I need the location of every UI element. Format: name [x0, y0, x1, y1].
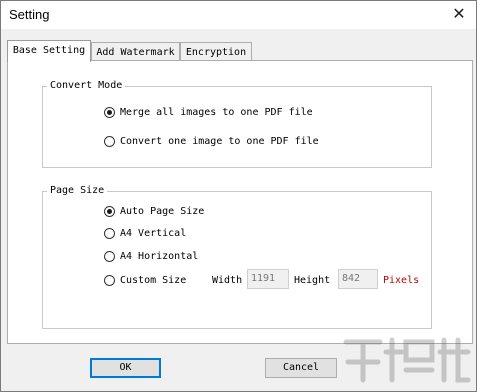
height-input[interactable]: 842 [338, 269, 378, 289]
radio-button[interactable] [104, 107, 115, 118]
width-input[interactable]: 1191 [247, 269, 289, 289]
tab-panel-base-setting: Convert Mode Merge all images to one PDF… [7, 60, 473, 344]
tab-label: Encryption [185, 47, 247, 58]
radio-merge-all[interactable]: Merge all images to one PDF file [104, 107, 313, 118]
radio-auto-page-size[interactable]: Auto Page Size [104, 206, 204, 217]
convert-mode-group: Convert Mode Merge all images to one PDF… [42, 80, 432, 168]
radio-label: A4 Horizontal [120, 251, 199, 262]
close-icon[interactable]: ✕ [446, 3, 472, 25]
radio-one-per-file[interactable]: Convert one image to one PDF file [104, 136, 319, 147]
height-label: Height [294, 275, 331, 286]
radio-label: Custom Size [120, 275, 187, 286]
ok-button-label: OK [119, 362, 132, 373]
radio-button[interactable] [104, 275, 115, 286]
tab-label: Add Watermark [96, 47, 175, 58]
radio-label: Merge all images to one PDF file [120, 107, 313, 118]
tab-label: Base Setting [12, 45, 86, 56]
ok-button[interactable]: OK [90, 358, 161, 378]
radio-label: Auto Page Size [120, 206, 205, 217]
width-label: Width [212, 275, 243, 286]
watermark-logo [343, 337, 471, 383]
group-title: Page Size [47, 185, 108, 197]
title-bar: Setting ✕ [1, 1, 476, 29]
radio-button[interactable] [104, 251, 115, 262]
cancel-button-label: Cancel [282, 362, 320, 373]
radio-label: Convert one image to one PDF file [120, 136, 319, 147]
radio-button[interactable] [104, 206, 115, 217]
group-title: Convert Mode [47, 80, 126, 92]
radio-button[interactable] [104, 228, 115, 239]
cancel-button[interactable]: Cancel [265, 358, 337, 378]
radio-custom-size[interactable]: Custom Size [104, 275, 186, 286]
page-size-group: Page Size Auto Page Size A4 Vertical A4 … [42, 185, 432, 329]
radio-a4-vertical[interactable]: A4 Vertical [104, 228, 186, 239]
radio-button[interactable] [104, 136, 115, 147]
radio-label: A4 Vertical [120, 228, 187, 239]
tab-encryption[interactable]: Encryption [180, 42, 252, 62]
radio-a4-horizontal[interactable]: A4 Horizontal [104, 251, 198, 262]
window-title: Setting [9, 7, 50, 22]
pixels-unit-label: Pixels [383, 275, 420, 286]
tab-add-watermark[interactable]: Add Watermark [91, 42, 180, 62]
tab-base-setting[interactable]: Base Setting [7, 40, 91, 62]
